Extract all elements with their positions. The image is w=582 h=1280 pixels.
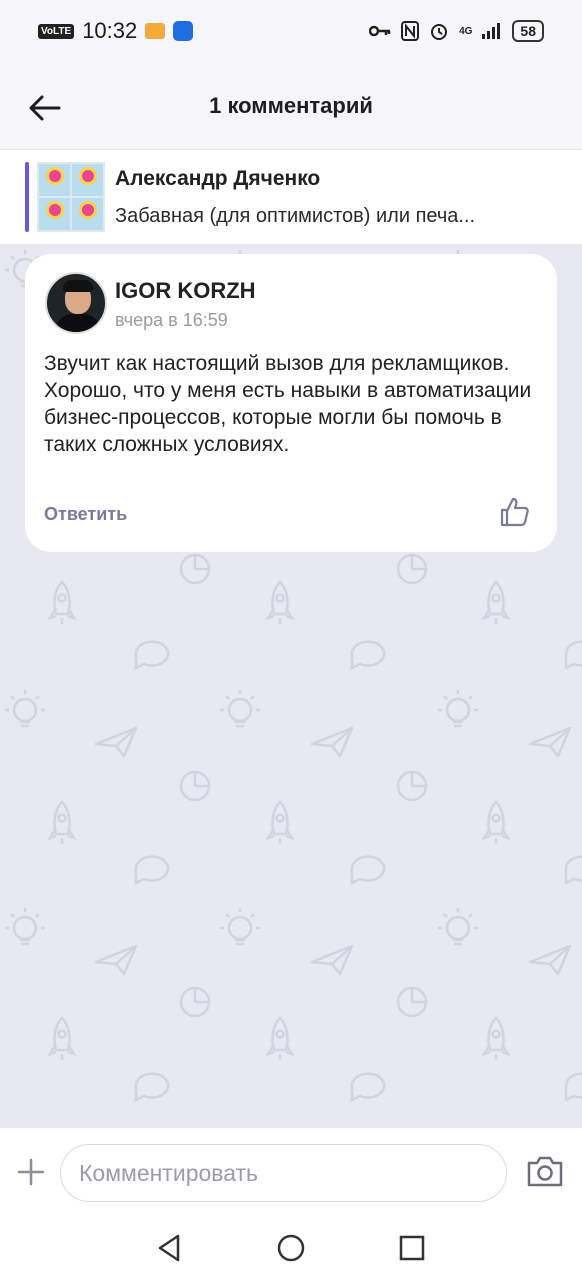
quoted-post-snippet: Забавная (для оптимистов) или печа... xyxy=(115,204,476,227)
battery-indicator: 58 xyxy=(512,20,544,42)
comment-text: Звучит как настоящий вызов для рекламщик… xyxy=(44,352,532,456)
comment-input[interactable]: Комментировать xyxy=(60,1144,507,1202)
camera-button[interactable] xyxy=(526,1154,564,1188)
comments-feed: IGOR KORZH вчера в 16:59 Звучит как наст… xyxy=(0,244,582,1128)
system-nav-bar xyxy=(0,1218,582,1280)
status-time: 10:32 xyxy=(82,18,138,43)
triangle-back-icon xyxy=(158,1234,180,1262)
circle-home-icon xyxy=(277,1234,305,1262)
quote-accent-bar xyxy=(25,162,29,232)
comment-author[interactable]: IGOR KORZH xyxy=(115,278,256,304)
post-thumbnail xyxy=(37,162,105,232)
signal-type: 4G xyxy=(459,25,473,37)
volte-badge: VoLTE xyxy=(38,23,75,39)
square-recents-icon xyxy=(399,1235,425,1261)
quoted-post-author: Александр Дяченко xyxy=(115,166,321,190)
thumbs-up-icon xyxy=(500,497,529,527)
nav-back-button[interactable] xyxy=(154,1232,186,1264)
plus-icon xyxy=(17,1158,45,1186)
alarm-icon xyxy=(431,24,448,40)
signal-icon xyxy=(482,23,501,39)
quoted-post[interactable]: Александр Дяченко Забавная (для оптимист… xyxy=(0,150,582,244)
like-button[interactable] xyxy=(499,496,531,528)
back-button[interactable] xyxy=(26,90,62,126)
mail-notification-icon xyxy=(145,23,166,39)
reply-button[interactable]: Ответить xyxy=(44,504,127,525)
comment-card: IGOR KORZH вчера в 16:59 Звучит как наст… xyxy=(25,254,557,552)
arrow-left-icon xyxy=(29,95,61,121)
key-icon xyxy=(369,25,391,37)
app-notification-icon xyxy=(173,21,194,41)
camera-icon xyxy=(527,1156,563,1187)
page-title: 1 комментарий xyxy=(209,92,373,118)
attach-button[interactable] xyxy=(15,1156,47,1188)
comment-composer: Комментировать xyxy=(0,1128,582,1218)
avatar[interactable] xyxy=(45,272,107,334)
comment-time: вчера в 16:59 xyxy=(115,310,228,330)
nfc-icon xyxy=(401,21,420,41)
nav-home-button[interactable] xyxy=(275,1232,307,1264)
status-bar: VoLTE 10:32 4G 58 xyxy=(0,0,582,62)
app-bar: 1 комментарий xyxy=(0,62,582,150)
nav-recents-button[interactable] xyxy=(396,1232,428,1264)
